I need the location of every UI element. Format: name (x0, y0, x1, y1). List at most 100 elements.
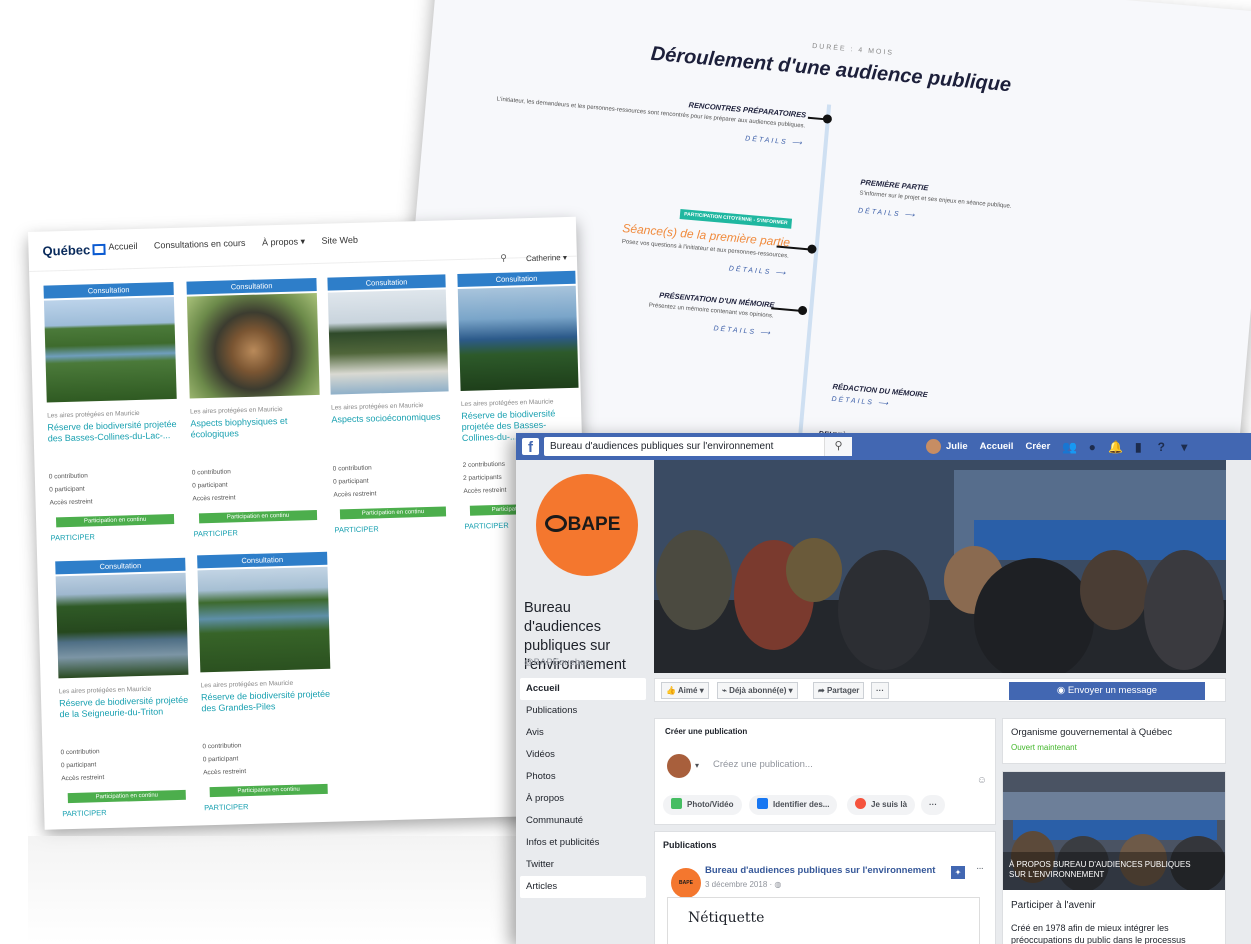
access: Accès restreint (203, 768, 247, 777)
more-options-button[interactable]: ··· (921, 795, 945, 815)
consultation-card[interactable]: Consultation Les aires protégées en Maur… (55, 557, 192, 818)
details-link[interactable]: DÉTAILS ⟶ (858, 206, 1011, 227)
menu-item-photos[interactable]: Photos (520, 766, 646, 788)
chevron-down-icon[interactable]: ▾ (695, 761, 699, 770)
menu-item-apropos[interactable]: À propos (520, 788, 646, 810)
speech-bubble-icon (545, 515, 567, 532)
participation-pill: Participation en continu (339, 506, 447, 520)
timeline-dot (822, 114, 833, 124)
pin-icon[interactable]: ✦ (951, 866, 965, 879)
quebec-consultation-panel: Québec Accueil Consultations en cours À … (28, 216, 593, 830)
card-header: Consultation (327, 274, 446, 291)
location-pin-icon (855, 798, 866, 809)
menu-item-communaute[interactable]: Communauté (520, 810, 646, 832)
publications-box: Publications BAPE Bureau d'audiences pub… (654, 831, 996, 944)
nav-create[interactable]: Créer (1025, 441, 1050, 452)
nav-accueil[interactable]: Accueil (108, 241, 137, 252)
send-message-button[interactable]: ◉ Envoyer un message (1009, 682, 1205, 700)
card-title[interactable]: Réserve de biodiversité projetée de la S… (59, 695, 190, 745)
card-header: Consultation (197, 551, 328, 569)
avatar[interactable] (926, 439, 941, 454)
participate-link[interactable]: PARTICIPER (334, 522, 452, 534)
details-link[interactable]: DÉTAILS ⟶ (592, 314, 772, 337)
tag-friends-button[interactable]: Identifier des... (749, 795, 838, 815)
nav-user[interactable]: Julie (946, 441, 968, 452)
consultation-card[interactable]: Consultation Les aires protégées en Maur… (197, 551, 334, 812)
nav-consultations[interactable]: Consultations en cours (154, 238, 246, 251)
card-image (327, 289, 449, 395)
more-button[interactable]: ··· (871, 682, 889, 699)
participate-link[interactable]: PARTICIPER (62, 806, 192, 818)
search-value: Bureau d'audiences publiques sur l'envir… (550, 441, 774, 452)
participation-pill: Participation en continu (55, 514, 175, 528)
chevron-down-icon[interactable]: ▾ (1177, 440, 1191, 454)
emoji-icon[interactable]: ☺ (977, 775, 987, 786)
post-author[interactable]: Bureau d'audiences publiques sur l'envir… (705, 865, 935, 876)
nav-apropos[interactable]: À propos ▾ (262, 236, 305, 247)
about-box: À PROPOS BUREAU D'AUDIENCES PUBLIQUES SU… (1002, 771, 1226, 944)
nav-siteweb[interactable]: Site Web (321, 235, 358, 246)
access: Accès restreint (61, 774, 105, 783)
share-label: Partager (826, 686, 860, 695)
card-title[interactable]: Réserve de biodiversité projetée des Bas… (47, 419, 178, 469)
card-region: Les aires protégées en Mauricie (189, 405, 283, 416)
about-photo[interactable]: À PROPOS BUREAU D'AUDIENCES PUBLIQUES SU… (1003, 772, 1225, 890)
card-region: Les aires protégées en Mauricie (58, 685, 152, 696)
participate-link[interactable]: PARTICIPER (50, 530, 180, 542)
cover-photo[interactable] (654, 460, 1226, 673)
menu-item-videos[interactable]: Vidéos (520, 744, 646, 766)
about-future: Participer à l'avenir (1011, 900, 1096, 911)
card-meta: 0 contribution 0 participant Accès restr… (60, 743, 191, 786)
search-icon[interactable]: ⚲ (824, 437, 852, 456)
consultation-card[interactable]: Consultation Les aires protégées en Maur… (186, 277, 323, 538)
consultation-card[interactable]: Consultation Les aires protégées en Maur… (327, 274, 452, 535)
card-meta: 0 contribution 0 participant Accès restr… (333, 459, 452, 501)
user-menu[interactable]: Catherine ▾ (526, 253, 567, 263)
duration-label: DURÉE : 4 MOIS (811, 42, 895, 57)
access: Accès restreint (49, 498, 93, 507)
menu-item-articles[interactable]: Articles (520, 876, 646, 898)
menu-item-twitter[interactable]: Twitter (520, 854, 646, 876)
search-input[interactable]: Bureau d'audiences publiques sur l'envir… (544, 437, 852, 456)
menu-item-publications[interactable]: Publications (520, 700, 646, 722)
checkin-label: Je suis là (871, 800, 908, 809)
card-title[interactable]: Aspects biophysiques et écologiques (190, 415, 321, 465)
share-button[interactable]: ➦ Partager (813, 682, 865, 699)
share-icon: ➦ (818, 686, 825, 695)
nav-home[interactable]: Accueil (980, 441, 1014, 452)
card-title[interactable]: Réserve de biodiversité projetée des Gra… (201, 689, 332, 739)
like-button[interactable]: 👍 Aimé ▾ (661, 682, 709, 699)
participate-link[interactable]: PARTICIPER (204, 800, 334, 812)
consultation-card[interactable]: Consultation Les aires protégées en Maur… (43, 281, 181, 542)
card-image (186, 292, 320, 399)
post-attachment-title[interactable]: Nétiquette (667, 897, 980, 944)
search-icon[interactable]: ⚲ (500, 253, 507, 264)
checkin-button[interactable]: Je suis là (847, 795, 916, 815)
participate-link[interactable]: PARTICIPER (193, 526, 323, 538)
about-caption: À PROPOS BUREAU D'AUDIENCES PUBLIQUES SU… (1009, 860, 1191, 879)
facebook-logo-icon[interactable]: f (522, 438, 539, 456)
follow-button[interactable]: ⌁ Déjà abonné(e) ▾ (717, 682, 798, 699)
post-date[interactable]: 3 décembre 2018 · ◍ (705, 880, 781, 889)
messenger-icon[interactable]: ● (1085, 440, 1099, 454)
photo-video-button[interactable]: Photo/Vidéo (663, 795, 742, 815)
quebec-logo[interactable]: Québec (42, 242, 106, 259)
like-label: Aimé ▾ (677, 686, 704, 695)
bape-logo[interactable]: BAPE (536, 474, 638, 576)
pages-icon[interactable]: ▮ (1131, 440, 1145, 454)
post-input[interactable]: Créez une publication... (713, 759, 813, 770)
card-header: Consultation (186, 277, 317, 295)
friends-icon[interactable]: 👥 (1062, 440, 1077, 454)
card-title[interactable]: Aspects socioéconomiques (331, 411, 450, 460)
card-meta: 0 contribution 0 participant Accès restr… (202, 737, 333, 780)
menu-item-infos[interactable]: Infos et publicités (520, 832, 646, 854)
participation-pill: Participation en continu (67, 789, 186, 804)
page-info-box: Organisme gouvernemental à Québec Ouvert… (1002, 718, 1226, 764)
help-icon[interactable]: ? (1154, 440, 1168, 454)
notifications-icon[interactable]: 🔔 (1108, 440, 1123, 454)
avatar[interactable]: BAPE (671, 868, 701, 898)
post-options-icon[interactable]: ··· (976, 863, 984, 874)
page-handle[interactable]: @BAPEquebec (524, 657, 590, 668)
menu-item-avis[interactable]: Avis (520, 722, 646, 744)
menu-item-accueil[interactable]: Accueil (520, 678, 646, 700)
